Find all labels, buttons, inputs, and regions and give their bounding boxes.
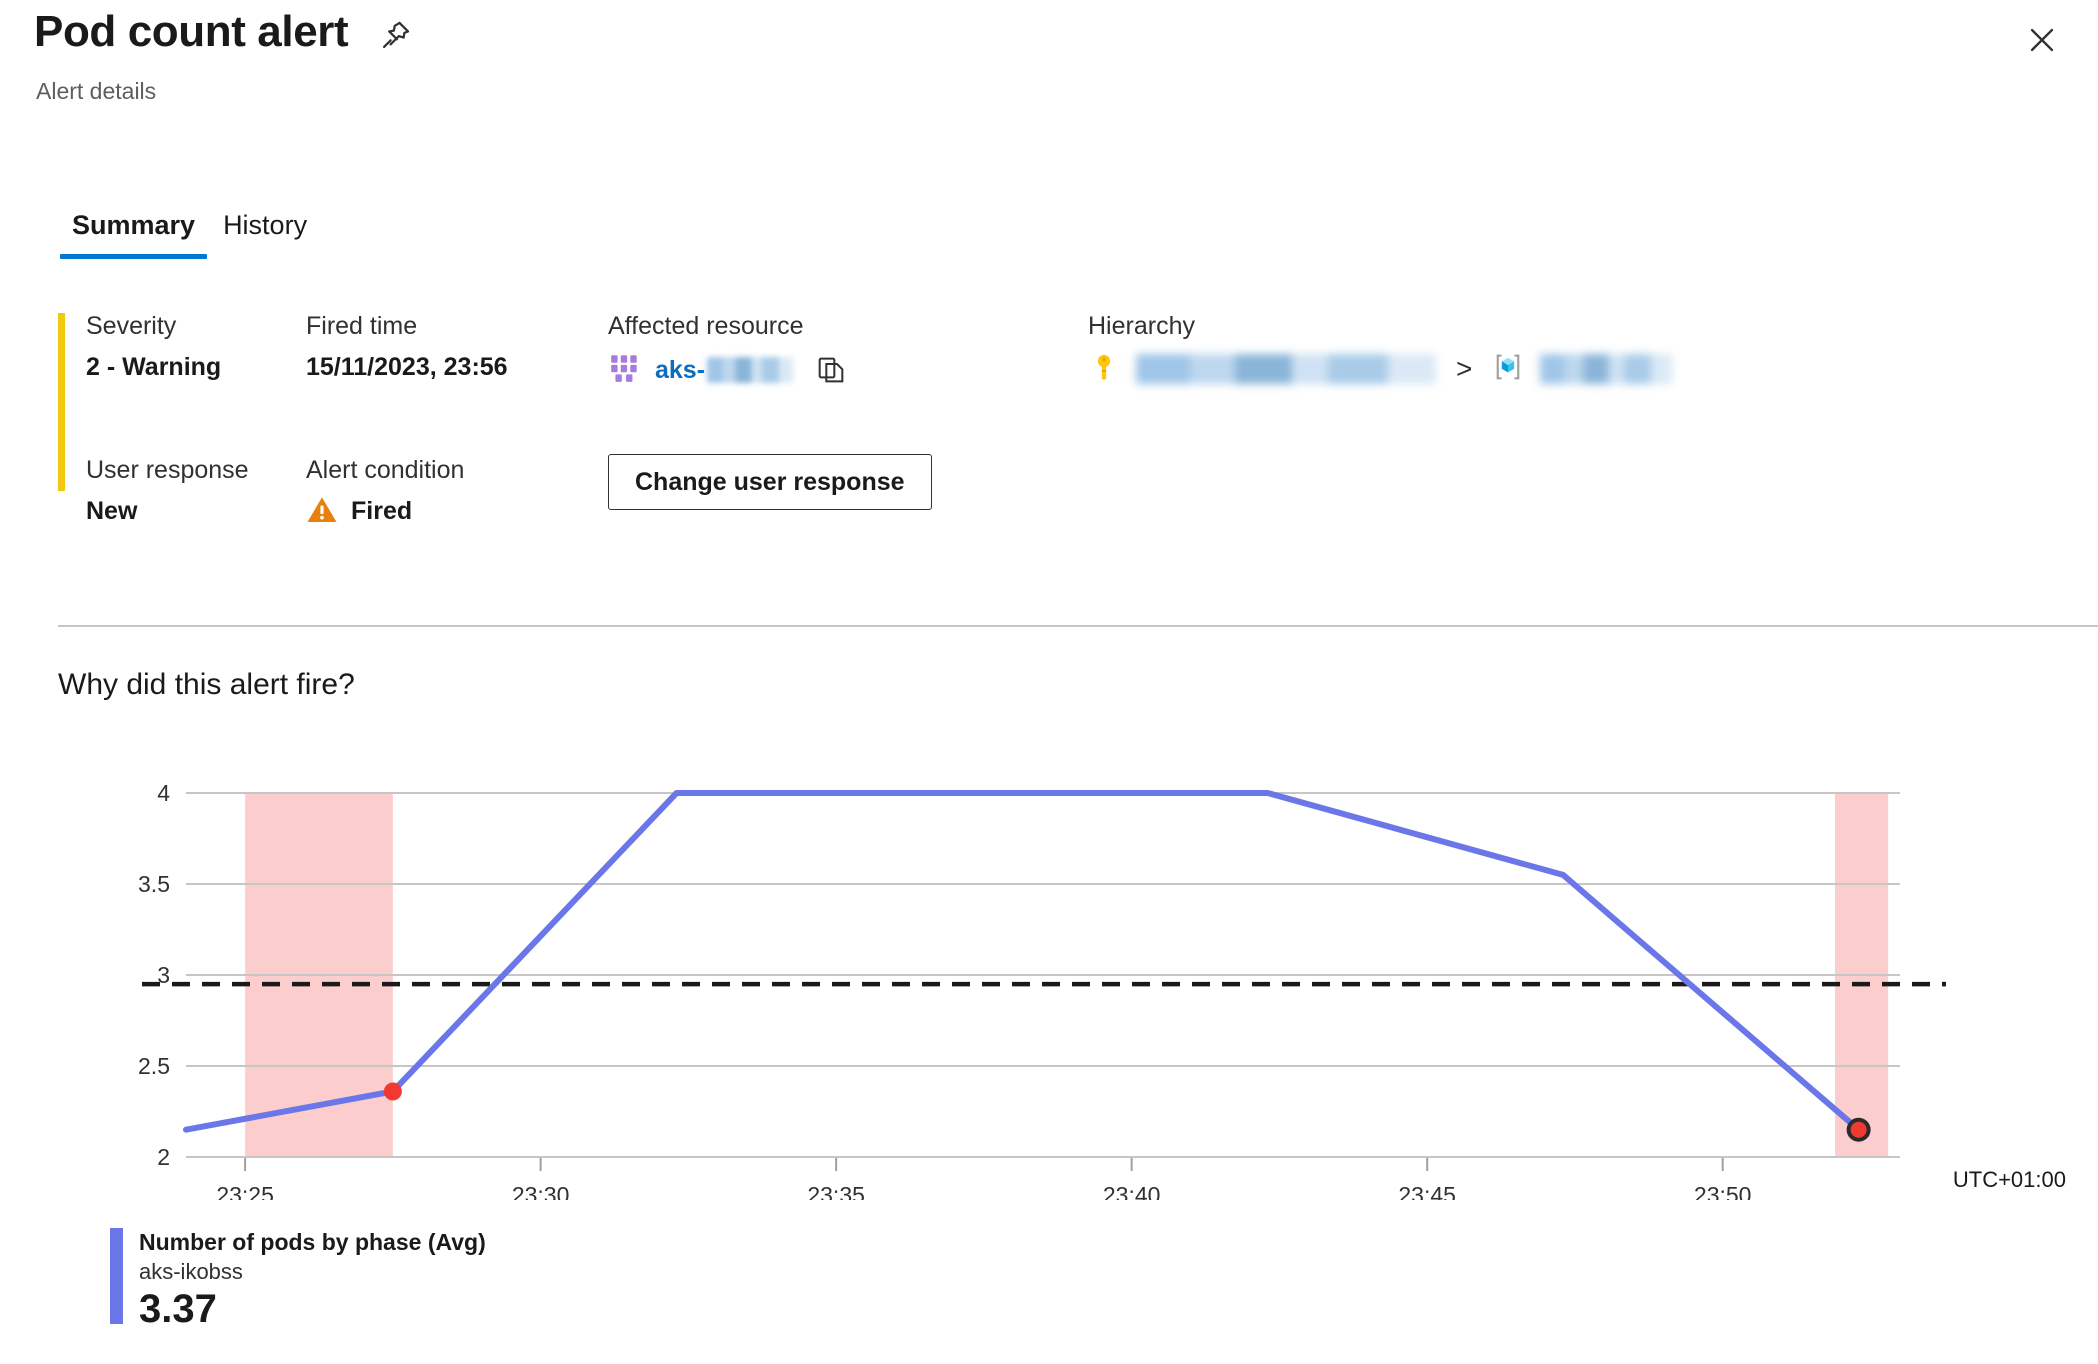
hierarchy-resource-redacted[interactable] xyxy=(1540,354,1673,385)
warning-triangle-icon xyxy=(306,495,338,529)
severity-value: 2 - Warning xyxy=(86,352,222,381)
chart-x-tick-label: 23:30 xyxy=(512,1182,570,1200)
close-icon[interactable] xyxy=(2016,14,2068,66)
pin-icon[interactable] xyxy=(374,13,418,57)
chart-y-tick-label: 2.5 xyxy=(138,1053,170,1079)
summary-panel: Severity 2 - Warning Fired time 15/11/20… xyxy=(58,310,2048,560)
page-title: Pod count alert xyxy=(34,7,349,56)
hierarchy-row: > xyxy=(1088,351,1673,388)
key-icon-glyph xyxy=(1097,354,1111,380)
fired-time-value: 15/11/2023, 23:56 xyxy=(306,352,508,381)
chart-timezone-label: UTC+01:00 xyxy=(1952,1167,2066,1192)
chart-data-point-marker[interactable] xyxy=(383,1082,402,1101)
chart-svg: 22.533.5423:25 23:30 23:35 23:40 23:45 23:50 xyxy=(138,780,1946,1208)
field-user-response: User response New xyxy=(86,454,249,526)
chart-series-line xyxy=(183,790,1862,1133)
chart-x-tick-label: 23:35 xyxy=(807,1182,865,1200)
warning-triangle-icon-glyph xyxy=(307,497,337,522)
affected-resource-name: aks- xyxy=(655,355,706,384)
key-icon xyxy=(1088,351,1120,388)
chart-x-tick-label: 23:50 xyxy=(1694,1182,1752,1200)
chart-x-tick-label: 23:45 xyxy=(1398,1182,1456,1200)
aks-cluster-icon-glyph xyxy=(611,355,637,382)
affected-resource-link[interactable]: aks- xyxy=(655,355,794,385)
alert-condition-row: Fired xyxy=(306,495,464,529)
chart-y-tick-label: 3.5 xyxy=(138,871,170,897)
legend-series-title: Number of pods by phase (Avg) xyxy=(139,1229,486,1255)
chart-section-heading: Why did this alert fire? xyxy=(58,668,355,701)
chart-legend: Number of pods by phase (Avg) aks-ikobss… xyxy=(110,1228,486,1329)
alert-condition-label: Alert condition xyxy=(306,456,465,484)
field-affected-resource: Affected resource aks- xyxy=(608,310,847,390)
close-icon-glyph xyxy=(2030,28,2054,52)
fired-time-label: Fired time xyxy=(306,312,418,340)
alert-details-panel: Pod count alert Alert details Summary Hi… xyxy=(0,0,2098,1364)
user-response-value: New xyxy=(86,496,138,525)
copy-icon[interactable] xyxy=(815,354,847,386)
hierarchy-label: Hierarchy xyxy=(1088,312,1195,340)
chart-y-tick-label: 2 xyxy=(157,1144,170,1170)
aks-cluster-icon xyxy=(608,351,642,390)
chart-x-tick-label: 23:25 xyxy=(216,1182,274,1200)
tab-history[interactable]: History xyxy=(209,210,321,259)
hierarchy-subscription-redacted[interactable] xyxy=(1136,354,1436,385)
chart-alert-point-marker[interactable] xyxy=(1846,1117,1871,1142)
copy-icon-glyph xyxy=(818,357,844,383)
resource-group-cube-icon xyxy=(1492,351,1524,388)
tab-list: Summary History xyxy=(58,210,321,259)
tab-summary[interactable]: Summary xyxy=(58,210,209,259)
header: Pod count alert xyxy=(34,6,418,59)
affected-resource-label: Affected resource xyxy=(608,312,804,340)
resource-group-cube-icon-glyph xyxy=(1497,354,1520,380)
field-severity: Severity 2 - Warning xyxy=(86,310,221,382)
user-response-label: User response xyxy=(86,456,249,484)
pin-icon-glyph xyxy=(383,22,410,49)
chart-x-tick-label: 23:40 xyxy=(1103,1182,1161,1200)
severity-label: Severity xyxy=(86,312,177,340)
page-subtitle: Alert details xyxy=(36,78,157,104)
legend-series-value: 3.37 xyxy=(139,1286,217,1331)
legend-text-block: Number of pods by phase (Avg) aks-ikobss… xyxy=(139,1228,486,1329)
affected-resource-redacted xyxy=(707,357,794,384)
chart-y-tick-label: 4 xyxy=(157,780,170,806)
legend-series-subtitle: aks-ikobss xyxy=(139,1258,243,1284)
affected-resource-row: aks- xyxy=(608,351,847,390)
change-user-response-button[interactable]: Change user response xyxy=(608,454,932,510)
field-fired-time: Fired time 15/11/2023, 23:56 xyxy=(306,310,508,382)
alert-condition-value: Fired xyxy=(351,497,413,526)
legend-color-swatch xyxy=(110,1228,123,1324)
field-hierarchy: Hierarchy > xyxy=(1088,310,1673,388)
chevron-right-icon: > xyxy=(1456,353,1473,385)
field-alert-condition: Alert condition Fired xyxy=(306,454,464,529)
severity-accent-bar xyxy=(58,313,65,491)
section-divider xyxy=(58,625,2098,627)
